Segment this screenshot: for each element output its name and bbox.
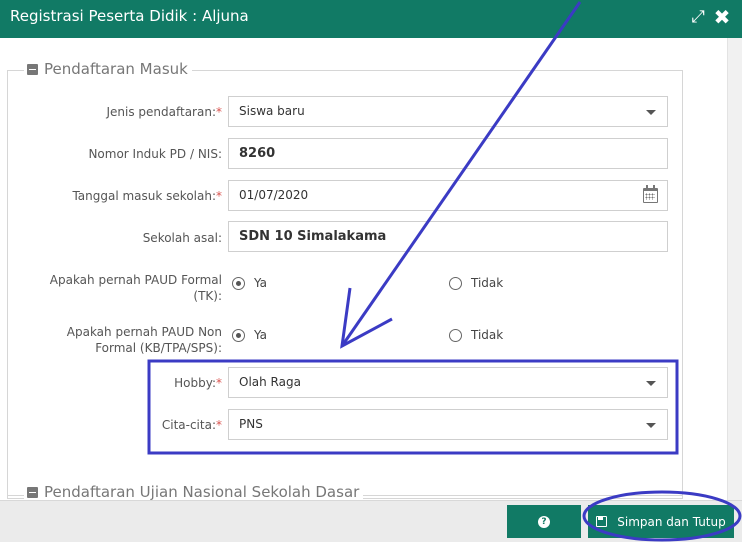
- hobby-label: Hobby:*: [174, 376, 222, 390]
- calendar-icon[interactable]: [643, 185, 658, 203]
- radio-unchecked-icon: [449, 328, 462, 342]
- radio-checked-icon: [232, 328, 245, 342]
- cita-cita-select[interactable]: PNS: [228, 409, 668, 440]
- legend-label: Pendaftaran Ujian Nasional Sekolah Dasar: [44, 483, 360, 500]
- jenis-pendaftaran-label: Jenis pendaftaran:*: [106, 105, 222, 119]
- legend-pendaftaran-masuk[interactable]: Pendaftaran Masuk: [24, 60, 192, 78]
- radio-label: Tidak: [471, 276, 504, 290]
- radio-unchecked-icon: [449, 276, 462, 290]
- dialog-footer: ? Simpan dan Tutup: [0, 500, 742, 542]
- radio-checked-icon: [232, 276, 245, 290]
- collapse-icon[interactable]: [27, 63, 38, 75]
- hobby-value: Olah Raga: [239, 375, 301, 389]
- sekolah-asal-input[interactable]: SDN 10 Simalakama: [228, 221, 668, 252]
- chevron-down-icon: [646, 381, 656, 386]
- tanggal-masuk-label: Tanggal masuk sekolah:*: [72, 189, 222, 203]
- sekolah-asal-value: SDN 10 Simalakama: [239, 229, 387, 244]
- radio-label: Ya: [254, 276, 268, 290]
- radio-label: Tidak: [471, 328, 504, 342]
- jenis-pendaftaran-select[interactable]: Siswa baru: [228, 96, 668, 127]
- collapse-icon[interactable]: [27, 486, 38, 498]
- legend-label: Pendaftaran Masuk: [44, 60, 188, 78]
- paud-formal-label: Apakah pernah PAUD Formal (TK):: [49, 273, 222, 303]
- expand-icon[interactable]: ⤢: [688, 7, 708, 27]
- radio-label: Ya: [254, 328, 268, 342]
- paud-nonformal-label: Apakah pernah PAUD Non Formal (KB/TPA/SP…: [66, 325, 222, 355]
- paud-nonformal-tidak-radio[interactable]: Tidak: [449, 328, 503, 342]
- paud-nonformal-ya-radio[interactable]: Ya: [232, 328, 267, 342]
- save-icon: [596, 516, 608, 527]
- cita-cita-label: Cita-cita:*: [161, 418, 222, 432]
- chevron-down-icon: [646, 423, 656, 428]
- close-icon[interactable]: ✖: [712, 7, 732, 27]
- save-button-label: Simpan dan Tutup: [617, 514, 726, 529]
- nis-label: Nomor Induk PD / NIS:: [88, 147, 222, 161]
- save-and-close-button[interactable]: Simpan dan Tutup: [588, 505, 734, 538]
- hobby-select[interactable]: Olah Raga: [228, 367, 668, 398]
- tanggal-masuk-input[interactable]: 01/07/2020: [228, 180, 668, 211]
- legend-ujian-nasional[interactable]: Pendaftaran Ujian Nasional Sekolah Dasar: [24, 483, 364, 500]
- window-titlebar: Registrasi Peserta Didik : Aljuna ⤢ ✖: [0, 0, 742, 38]
- cita-cita-value: PNS: [239, 417, 263, 431]
- dialog-body: Pendaftaran Masuk Jenis pendaftaran:* Si…: [0, 38, 728, 500]
- paud-formal-tidak-radio[interactable]: Tidak: [449, 276, 503, 290]
- jenis-pendaftaran-value: Siswa baru: [239, 104, 305, 118]
- nis-value: 8260: [239, 146, 276, 161]
- vertical-scrollbar[interactable]: [728, 38, 742, 500]
- help-icon: ?: [538, 515, 550, 528]
- help-button[interactable]: ?: [507, 505, 581, 538]
- nis-input[interactable]: 8260: [228, 138, 668, 169]
- tanggal-masuk-value: 01/07/2020: [239, 188, 309, 202]
- window-title: Registrasi Peserta Didik : Aljuna: [10, 7, 249, 25]
- chevron-down-icon: [646, 110, 656, 115]
- paud-formal-ya-radio[interactable]: Ya: [232, 276, 267, 290]
- sekolah-asal-label: Sekolah asal:: [142, 231, 222, 245]
